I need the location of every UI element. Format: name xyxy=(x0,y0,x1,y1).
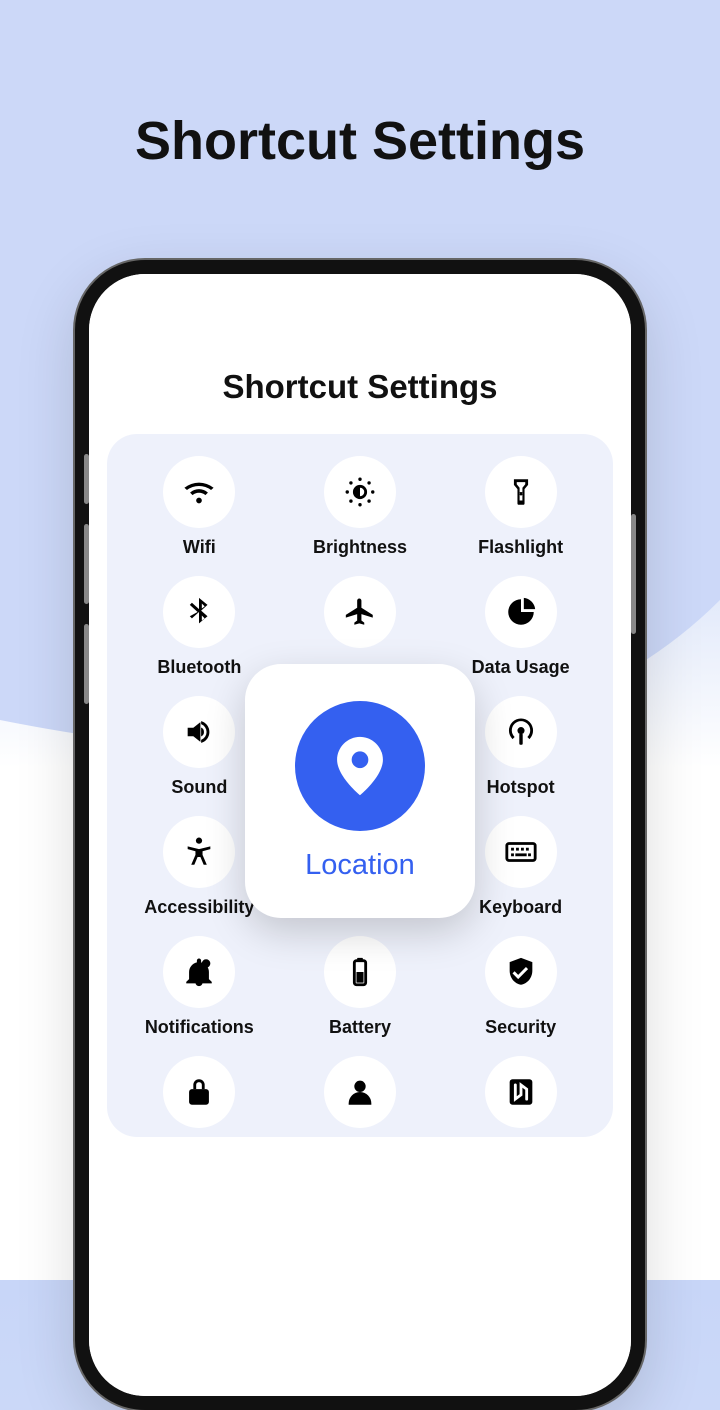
lock-icon xyxy=(163,1056,235,1128)
tile-wifi[interactable]: Wifi xyxy=(123,456,276,558)
phone-screen: Shortcut Settings Wifi Brightness xyxy=(89,274,631,1396)
wifi-icon xyxy=(163,456,235,528)
tile-bluetooth[interactable]: Bluetooth xyxy=(123,576,276,678)
tile-notifications[interactable]: Notifications xyxy=(123,936,276,1038)
keyboard-icon xyxy=(485,816,557,888)
tile-label: Notifications xyxy=(145,1017,254,1038)
tile-label: Accessibility xyxy=(144,897,254,918)
tile-label: Security xyxy=(485,1017,556,1038)
nfc-icon xyxy=(485,1056,557,1128)
page-title: Shortcut Settings xyxy=(0,0,720,172)
tile-label: Hotspot xyxy=(487,777,555,798)
hotspot-icon xyxy=(485,696,557,768)
tile-lock[interactable] xyxy=(123,1056,276,1137)
bell-icon xyxy=(163,936,235,1008)
airplane-icon xyxy=(324,576,396,648)
location-popup[interactable]: Location xyxy=(245,664,475,918)
tile-label: Brightness xyxy=(313,537,407,558)
location-icon xyxy=(295,701,425,831)
phone-side-button xyxy=(631,514,636,634)
tile-label: Bluetooth xyxy=(157,657,241,678)
tile-label: Wifi xyxy=(183,537,216,558)
tile-label: Battery xyxy=(329,1017,391,1038)
tile-label: Flashlight xyxy=(478,537,563,558)
tile-label: Keyboard xyxy=(479,897,562,918)
tile-flashlight[interactable]: Flashlight xyxy=(444,456,597,558)
tile-airplane[interactable] xyxy=(284,576,437,678)
tile-datausage[interactable]: Data Usage xyxy=(444,576,597,678)
shield-icon xyxy=(485,936,557,1008)
screen-title: Shortcut Settings xyxy=(89,368,631,406)
tile-battery[interactable]: Battery xyxy=(284,936,437,1038)
tile-label: Data Usage xyxy=(472,657,570,678)
brightness-icon xyxy=(324,456,396,528)
tile-person[interactable] xyxy=(284,1056,437,1137)
person-icon xyxy=(324,1056,396,1128)
bluetooth-icon xyxy=(163,576,235,648)
battery-icon xyxy=(324,936,396,1008)
accessibility-icon xyxy=(163,816,235,888)
tile-label: Sound xyxy=(171,777,227,798)
tile-brightness[interactable]: Brightness xyxy=(284,456,437,558)
tile-nfc[interactable] xyxy=(444,1056,597,1137)
flashlight-icon xyxy=(485,456,557,528)
popup-label: Location xyxy=(305,849,415,882)
sound-icon xyxy=(163,696,235,768)
pie-chart-icon xyxy=(485,576,557,648)
tile-security[interactable]: Security xyxy=(444,936,597,1038)
phone-frame: Shortcut Settings Wifi Brightness xyxy=(75,260,645,1410)
